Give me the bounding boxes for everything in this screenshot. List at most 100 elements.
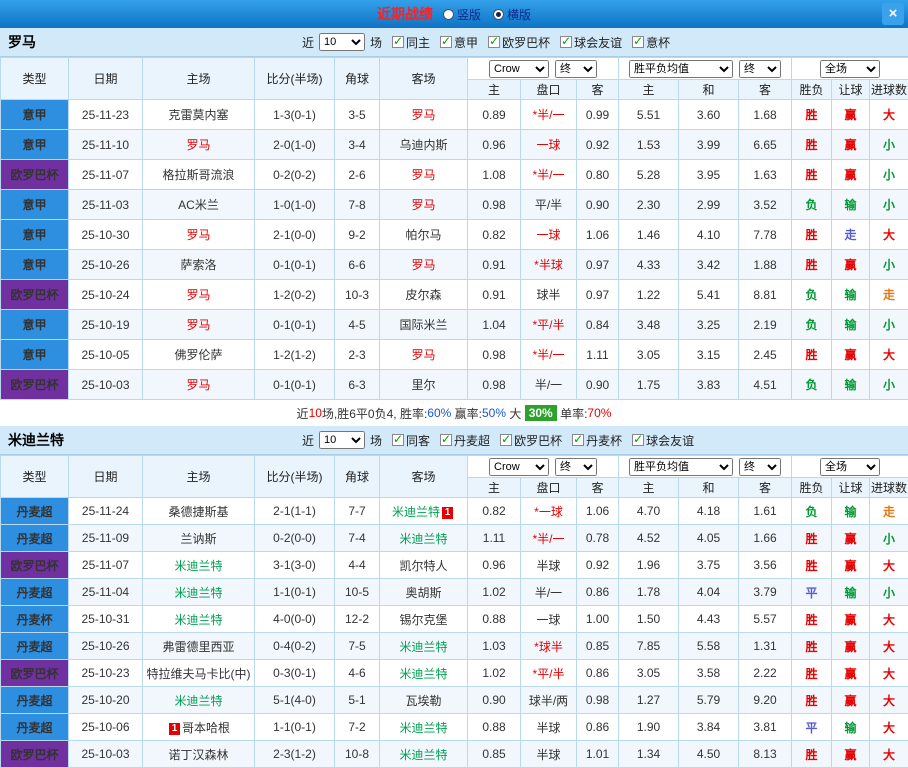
recent-games-select[interactable]: 10	[319, 33, 365, 51]
away-team-cell: 锡尔克堡	[380, 606, 468, 633]
odds-away-cell: 0.97	[577, 280, 619, 310]
avg-draw-cell: 3.42	[679, 250, 739, 280]
type-cell: 丹麦超	[1, 498, 69, 525]
avg-select[interactable]: 胜平负均值	[629, 60, 733, 78]
home-team-cell: 罗马	[143, 130, 255, 160]
column-subheader: 胜负	[792, 478, 832, 498]
result-wdl-cell: 胜	[792, 160, 832, 190]
sections-container: 罗马近10场同主意甲欧罗巴杯球会友谊意杯类型日期主场比分(半场)角球客场Crow…	[0, 28, 908, 768]
avg-away-cell: 3.52	[739, 190, 792, 220]
column-subheader: 客	[577, 478, 619, 498]
corner-cell: 2-6	[335, 160, 380, 190]
away-team-cell: 罗马	[380, 250, 468, 280]
bookmaker-select[interactable]: Crow	[489, 458, 549, 476]
filter-checkbox-item[interactable]: 球会友谊	[560, 34, 622, 51]
result-goals-cell: 走	[870, 280, 908, 310]
result-handicap-cell: 赢	[832, 552, 870, 579]
result-wdl-cell: 胜	[792, 552, 832, 579]
avg-away-cell: 8.81	[739, 280, 792, 310]
avg-home-cell: 5.28	[619, 160, 679, 190]
odds-away-cell: 1.06	[577, 220, 619, 250]
final-odds-select[interactable]: 终	[555, 60, 597, 78]
layout-radio-group: 竖版横版	[443, 6, 531, 23]
scope-select[interactable]: 全场	[820, 60, 880, 78]
odds-home-cell: 0.89	[468, 100, 521, 130]
odds-away-cell: 0.80	[577, 160, 619, 190]
filter-checkbox-item[interactable]: 欧罗巴杯	[488, 34, 550, 51]
type-cell: 意甲	[1, 190, 69, 220]
result-goals-cell: 小	[870, 525, 908, 552]
odds-home-cell: 0.90	[468, 687, 521, 714]
handicap-cell: *半球	[521, 250, 577, 280]
date-cell: 25-11-07	[69, 552, 143, 579]
avg-draw-cell: 3.58	[679, 660, 739, 687]
home-team-cell: 罗马	[143, 280, 255, 310]
home-team-cell: 格拉斯哥流浪	[143, 160, 255, 190]
away-team-name: 米迪兰特	[399, 667, 447, 681]
avg-home-cell: 3.48	[619, 310, 679, 340]
title-group: 近期战绩 竖版横版	[0, 4, 908, 24]
scope-select[interactable]: 全场	[820, 458, 880, 476]
type-cell: 意甲	[1, 100, 69, 130]
final-avg-select[interactable]: 终	[739, 458, 781, 476]
result-handicap-cell: 输	[832, 498, 870, 525]
summary-segment: 70%	[587, 406, 611, 420]
handicap-cell: 球半/两	[521, 687, 577, 714]
result-wdl-cell: 胜	[792, 340, 832, 370]
filter-checkbox-item[interactable]: 球会友谊	[632, 432, 694, 449]
filter-checkbox-item[interactable]: 意甲	[440, 34, 478, 51]
filter-checkbox-item[interactable]: 同主	[392, 34, 430, 51]
header-select-cell: 胜平负均值终	[619, 58, 792, 80]
column-header: 类型	[1, 58, 69, 100]
away-team-cell: 米迪兰特	[380, 633, 468, 660]
result-wdl-cell: 胜	[792, 633, 832, 660]
away-team-name: 米迪兰特	[399, 640, 447, 654]
filter-checkbox-item[interactable]: 丹麦杯	[572, 432, 622, 449]
odds-away-cell: 0.90	[577, 190, 619, 220]
match-row: 意甲25-11-23克雷莫内塞1-3(0-1)3-5罗马0.89*半/一0.99…	[1, 100, 908, 130]
filter-checkbox-item[interactable]: 意杯	[632, 34, 670, 51]
handicap-cell: *平/半	[521, 310, 577, 340]
avg-draw-cell: 4.10	[679, 220, 739, 250]
avg-home-cell: 1.50	[619, 606, 679, 633]
filter-checkbox-item[interactable]: 欧罗巴杯	[500, 432, 562, 449]
handicap-cell: 一球	[521, 220, 577, 250]
corner-cell: 10-8	[335, 741, 380, 768]
date-cell: 25-10-05	[69, 340, 143, 370]
red-card-badge: 1	[169, 723, 180, 735]
date-cell: 25-10-23	[69, 660, 143, 687]
type-cell: 意甲	[1, 340, 69, 370]
result-goals-cell: 小	[870, 310, 908, 340]
type-cell: 意甲	[1, 310, 69, 340]
layout-radio-horizontal[interactable]: 横版	[493, 6, 531, 23]
home-team-name: 弗雷德里西亚	[162, 640, 234, 654]
recent-games-select[interactable]: 10	[319, 431, 365, 449]
match-row: 欧罗巴杯25-10-24罗马1-2(0-2)10-3皮尔森0.91球半0.971…	[1, 280, 908, 310]
final-odds-select[interactable]: 终	[555, 458, 597, 476]
score-cell: 0-1(0-1)	[255, 370, 335, 400]
corner-cell: 6-3	[335, 370, 380, 400]
date-cell: 25-10-20	[69, 687, 143, 714]
avg-select[interactable]: 胜平负均值	[629, 458, 733, 476]
date-cell: 25-11-24	[69, 498, 143, 525]
result-handicap-cell: 赢	[832, 633, 870, 660]
result-wdl-cell: 负	[792, 310, 832, 340]
home-team-cell: 罗马	[143, 220, 255, 250]
avg-away-cell: 1.68	[739, 100, 792, 130]
result-wdl-cell: 胜	[792, 130, 832, 160]
avg-away-cell: 6.65	[739, 130, 792, 160]
near-label: 近	[302, 34, 314, 51]
date-cell: 25-11-23	[69, 100, 143, 130]
filter-checkbox-item[interactable]: 同客	[392, 432, 430, 449]
avg-home-cell: 2.30	[619, 190, 679, 220]
filter-checkbox-item[interactable]: 丹麦超	[440, 432, 490, 449]
close-button[interactable]: ×	[882, 3, 904, 25]
layout-radio-vertical[interactable]: 竖版	[443, 6, 481, 23]
home-team-name: 罗马	[186, 378, 210, 392]
final-avg-select[interactable]: 终	[739, 60, 781, 78]
result-goals-cell: 大	[870, 660, 908, 687]
avg-away-cell: 7.78	[739, 220, 792, 250]
bookmaker-select[interactable]: Crow	[489, 60, 549, 78]
avg-away-cell: 2.45	[739, 340, 792, 370]
odds-home-cell: 0.82	[468, 220, 521, 250]
